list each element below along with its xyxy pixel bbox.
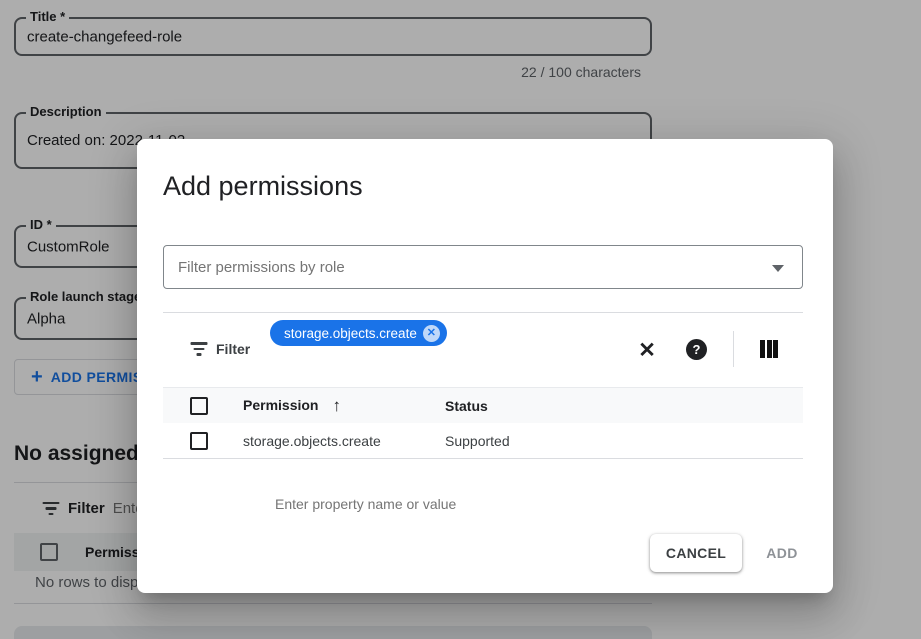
permissions-table-header: Permission↑ Status [163,387,803,423]
permission-cell: storage.objects.create [243,433,381,449]
select-all-checkbox[interactable] [190,397,208,415]
chevron-down-icon [772,265,784,272]
filter-chip-label: storage.objects.create [284,326,417,341]
property-filter-field[interactable] [275,496,615,514]
filter-permissions-by-role-select[interactable] [163,245,803,289]
filter-label: Filter [216,341,250,357]
filter-chip[interactable]: storage.objects.create ✕ [270,320,447,346]
permission-column-header[interactable]: Permission↑ [243,396,341,416]
screen: Title * create-changefeed-role 22 / 100 … [0,0,921,639]
clear-filter-icon[interactable]: ✕ [633,336,661,364]
divider [163,312,803,313]
table-row[interactable]: storage.objects.create Supported [163,423,803,459]
status-cell: Supported [445,433,510,449]
dialog-title: Add permissions [163,171,363,202]
chip-close-icon[interactable]: ✕ [423,325,440,342]
filter-icon [190,342,208,356]
help-icon[interactable]: ? [686,339,707,360]
add-permissions-dialog: Add permissions Filter storage.objects.c… [137,139,833,593]
role-filter-input[interactable] [178,246,758,288]
property-filter-input[interactable] [275,496,615,512]
status-column-header[interactable]: Status [445,398,488,414]
toolbar-divider [733,331,734,367]
cancel-button[interactable]: CANCEL [650,534,742,572]
add-button[interactable]: ADD [751,534,813,572]
sort-ascending-icon: ↑ [332,396,341,415]
column-display-options-icon[interactable] [758,340,780,358]
row-checkbox[interactable] [190,432,208,450]
